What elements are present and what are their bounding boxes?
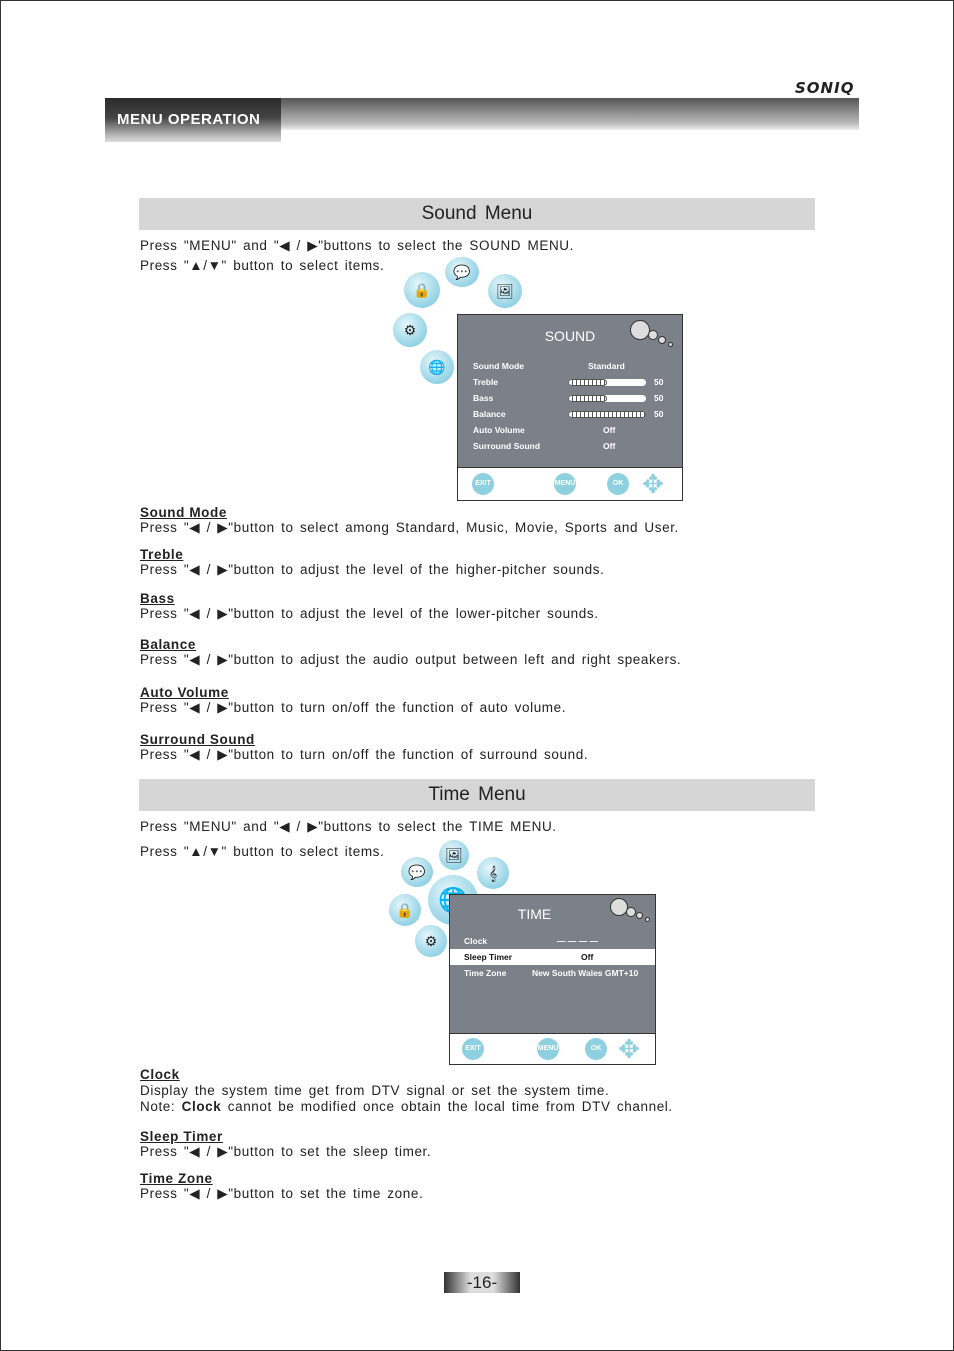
item-text: Press "◀ / ▶"button to adjust the level …: [140, 562, 605, 577]
item-heading: Balance: [140, 637, 196, 652]
item-heading: Sleep Timer: [140, 1129, 223, 1144]
osd-row-sound-mode[interactable]: Sound Mode Standard: [458, 358, 682, 374]
clock-note: Note: Clock cannot be modified once obta…: [140, 1099, 673, 1114]
ok-button[interactable]: OK: [607, 473, 629, 495]
item-heading: Bass: [140, 591, 175, 606]
brand-logo: SONIQ: [795, 79, 855, 97]
osd-row-surround-sound[interactable]: Surround Sound Off: [458, 438, 682, 454]
item-text: Press "◀ / ▶"button to turn on/off the f…: [140, 700, 567, 715]
item-heading: Auto Volume: [140, 685, 229, 700]
osd-row-balance[interactable]: Balance 50: [458, 406, 682, 422]
osd-title: TIME: [517, 906, 552, 922]
speech-icon: 💬: [401, 857, 433, 887]
treble-slider[interactable]: [568, 379, 646, 386]
sound-intro-1: Press "MENU" and "◀ / ▶"buttons to selec…: [140, 238, 574, 253]
item-heading: Surround Sound: [140, 732, 255, 747]
item-text: Press "◀ / ▶"button to adjust the level …: [140, 606, 599, 621]
dpad-icon[interactable]: ✥: [639, 471, 667, 499]
item-heading: Clock: [140, 1067, 180, 1082]
lock-icon: 🔒: [389, 894, 421, 926]
time-intro-2: Press "▲/▼" button to select items.: [140, 844, 385, 859]
exit-button[interactable]: EXIT: [472, 473, 494, 495]
sound-intro-2: Press "▲/▼" button to select items.: [140, 258, 385, 273]
dpad-icon[interactable]: ✥: [615, 1036, 643, 1064]
osd-row-sleep-timer[interactable]: Sleep Timer Off: [450, 949, 655, 965]
exit-button[interactable]: EXIT: [462, 1038, 484, 1060]
speech-icon: 💬: [445, 257, 479, 287]
music-icon: 𝄞: [477, 857, 509, 889]
osd-footer: EXIT MENU OK ✥: [450, 1033, 655, 1064]
menu-button[interactable]: MENU: [554, 473, 576, 495]
picture-icon: 🖼: [488, 274, 522, 308]
item-text: Press "◀ / ▶"button to turn on/off the f…: [140, 747, 589, 762]
osd-row-clock[interactable]: Clock — — — —: [450, 933, 655, 949]
item-heading: Sound Mode: [140, 505, 227, 520]
bass-slider[interactable]: [568, 395, 646, 402]
sound-menu-heading: Sound Menu: [139, 198, 815, 230]
item-text: Press "◀ / ▶"button to set the time zone…: [140, 1186, 424, 1201]
sound-osd: SOUND Sound Mode Standard Treble 50 Bass 50…: [457, 314, 683, 501]
clock-globe-icon: 🌐: [420, 350, 454, 384]
balance-slider[interactable]: [568, 411, 646, 418]
page-number: -16-: [444, 1272, 520, 1293]
time-osd: TIME Clock — — — — Sleep Timer Off Time Zo…: [449, 894, 656, 1065]
osd-row-time-zone[interactable]: Time Zone New South Wales GMT+10: [450, 965, 655, 981]
ok-button[interactable]: OK: [585, 1038, 607, 1060]
item-text: Display the system time get from DTV sig…: [140, 1083, 610, 1098]
osd-row-auto-volume[interactable]: Auto Volume Off: [458, 422, 682, 438]
osd-row-treble[interactable]: Treble 50: [458, 374, 682, 390]
lock-icon: 🔒: [404, 272, 440, 308]
header-bar: [281, 98, 859, 130]
gear-icon: ⚙: [393, 313, 427, 347]
picture-icon: 🖼: [439, 840, 469, 870]
item-text: Press "◀ / ▶"button to set the sleep tim…: [140, 1144, 432, 1159]
osd-footer: EXIT MENU OK ✥: [458, 467, 682, 500]
menu-button[interactable]: MENU: [537, 1038, 559, 1060]
item-heading: Treble: [140, 547, 184, 562]
osd-row-bass[interactable]: Bass 50: [458, 390, 682, 406]
section-title: MENU OPERATION: [105, 98, 281, 142]
time-intro-1: Press "MENU" and "◀ / ▶"buttons to selec…: [140, 819, 557, 834]
bubbles-icon: [630, 320, 676, 350]
bubbles-icon: [610, 898, 656, 928]
time-menu-heading: Time Menu: [139, 779, 815, 811]
item-text: Press "◀ / ▶"button to select among Stan…: [140, 520, 679, 535]
gear-icon: ⚙: [415, 925, 447, 957]
item-text: Press "◀ / ▶"button to adjust the audio …: [140, 652, 682, 667]
item-heading: Time Zone: [140, 1171, 213, 1186]
